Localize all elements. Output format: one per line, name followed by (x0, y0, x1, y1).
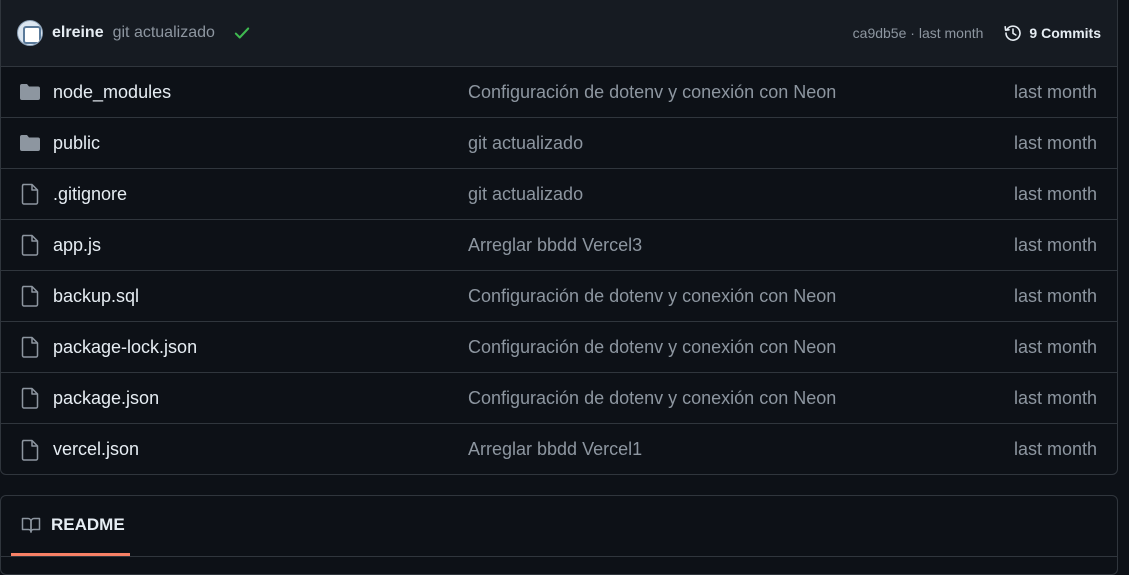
file-icon-graphic (21, 336, 39, 358)
file-commit-message-link[interactable]: git actualizado (468, 133, 583, 154)
readme-panel: README (0, 495, 1118, 575)
file-commit-message-link[interactable]: Configuración de dotenv y conexión con N… (468, 82, 836, 103)
folder-icon (19, 132, 41, 154)
file-commit-message-link[interactable]: Arreglar bbdd Vercel1 (468, 439, 642, 460)
file-commit-message-link[interactable]: git actualizado (468, 184, 583, 205)
file-name-link[interactable]: node_modules (53, 82, 171, 103)
file-commit-date: last month (1013, 387, 1097, 408)
file-commit-date: last month (1013, 336, 1097, 357)
file-icon (19, 439, 41, 461)
latest-commit-bar: elreine git actualizado ca9db5e · last m… (1, 0, 1117, 67)
file-row[interactable]: package-lock.json Configuración de dotenv… (1, 322, 1117, 373)
file-commit-date: last month (1013, 81, 1097, 102)
avatar[interactable] (17, 19, 43, 46)
commits-count: 9 Commits (1029, 24, 1101, 41)
file-icon-graphic (21, 439, 39, 461)
book-icon (21, 516, 41, 534)
file-icon-graphic (21, 183, 39, 205)
file-row[interactable]: vercel.json Arreglar bbdd Vercel1 last mon… (1, 424, 1117, 475)
file-icon (19, 387, 41, 409)
file-icon (19, 336, 41, 358)
file-commit-message-link[interactable]: Configuración de dotenv y conexión con N… (468, 388, 836, 409)
file-icon (19, 183, 41, 205)
file-name-link[interactable]: package-lock.json (53, 337, 197, 358)
file-commit-date: last month (1013, 439, 1097, 459)
file-icon-graphic (21, 234, 39, 256)
folder-icon-graphic (20, 84, 40, 100)
file-name-link[interactable]: public (53, 133, 100, 154)
file-commit-message-link[interactable]: Configuración de dotenv y conexión con N… (468, 337, 836, 358)
file-row[interactable]: .gitignore git actualizado last month (1, 169, 1117, 220)
file-commit-message-link[interactable]: Configuración de dotenv y conexión con N… (468, 286, 836, 307)
commit-meta: ca9db5e · last month (853, 25, 984, 41)
file-icon (19, 234, 41, 256)
file-row[interactable]: public git actualizado last month (1, 118, 1117, 169)
file-icon-graphic (21, 285, 39, 307)
folder-icon-graphic (20, 135, 40, 151)
file-row[interactable]: node_modules Configuración de dotenv y co… (1, 67, 1117, 118)
folder-icon (19, 81, 41, 103)
file-name-link[interactable]: backup.sql (53, 286, 139, 307)
meta-separator: · (910, 24, 915, 41)
file-icon-graphic (21, 387, 39, 409)
file-row[interactable]: package.json Configuración de dotenv y co… (1, 373, 1117, 424)
history-icon (1003, 23, 1023, 43)
file-commit-date: last month (1013, 132, 1097, 153)
file-commit-date: last month (1013, 285, 1097, 306)
file-name-link[interactable]: app.js (53, 235, 101, 256)
file-name-link[interactable]: .gitignore (53, 184, 127, 205)
file-name-link[interactable]: package.json (53, 388, 159, 409)
commit-author[interactable]: elreine (52, 24, 104, 42)
file-row[interactable]: backup.sql Configuración de dotenv y cone… (1, 271, 1117, 322)
tab-readme[interactable]: README (11, 496, 130, 556)
commit-message[interactable]: git actualizado (113, 24, 215, 42)
file-commit-message-link[interactable]: Arreglar bbdd Vercel3 (468, 235, 642, 256)
commit-hash[interactable]: ca9db5e (853, 25, 907, 41)
check-icon[interactable] (233, 24, 251, 42)
commit-time: last month (918, 24, 984, 41)
file-icon (19, 285, 41, 307)
readme-divider (1, 556, 1117, 557)
file-row[interactable]: app.js Arreglar bbdd Vercel3 last month (1, 220, 1117, 271)
file-commit-date: last month (1013, 234, 1097, 255)
readme-tab-label: README (51, 514, 125, 534)
file-name-link[interactable]: vercel.json (53, 439, 139, 460)
file-browser: elreine git actualizado ca9db5e · last m… (0, 0, 1118, 475)
file-list: node_modules Configuración de dotenv y co… (1, 67, 1117, 475)
commits-history-link[interactable]: 9 Commits (1003, 23, 1101, 43)
file-commit-date: last month (1013, 183, 1097, 204)
